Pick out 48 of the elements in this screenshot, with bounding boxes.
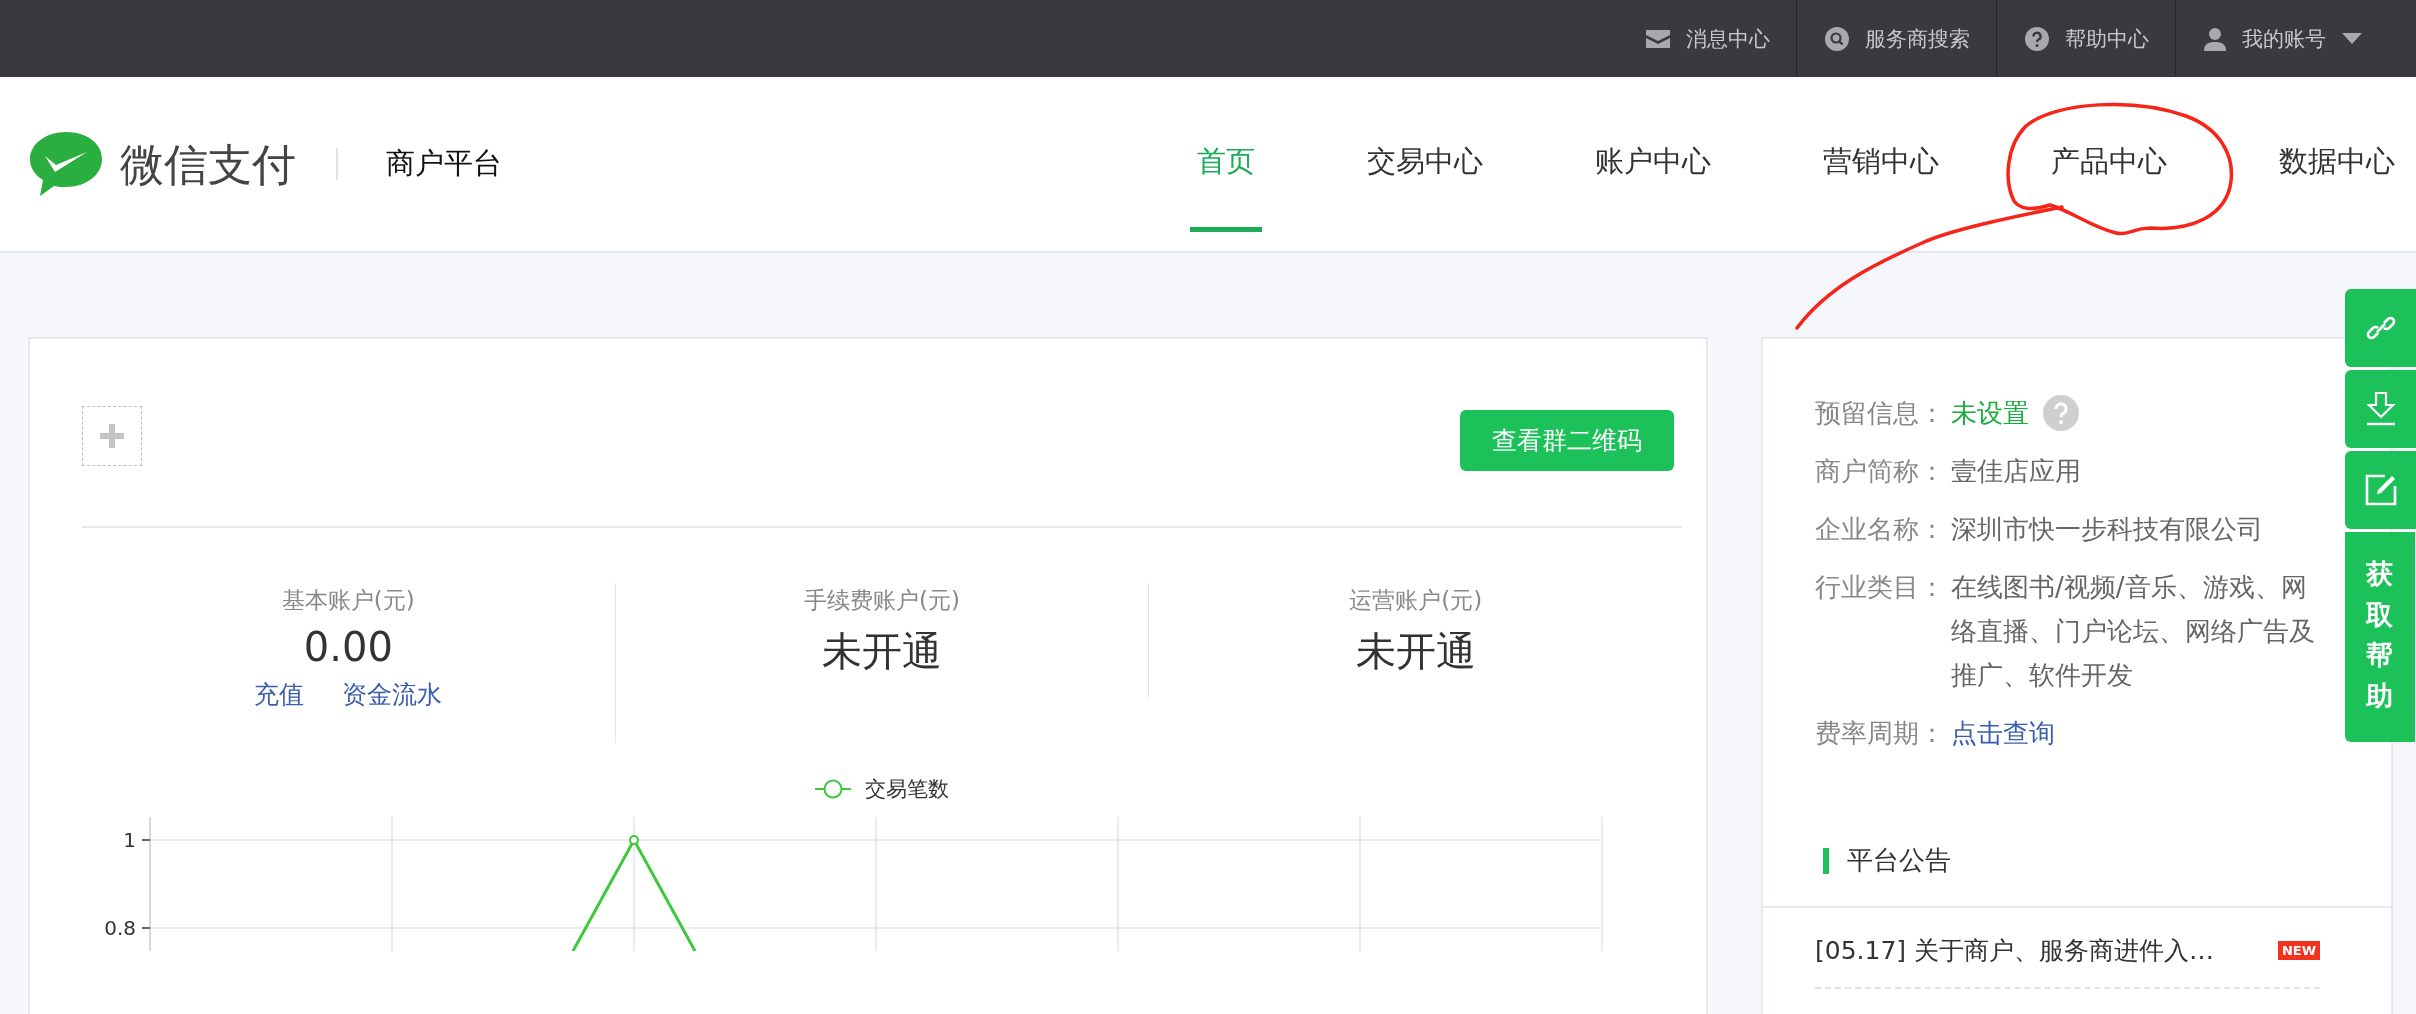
side-tool-button[interactable]: [2345, 370, 2416, 448]
account-link[interactable]: 充值: [254, 678, 305, 711]
section-title: 平台公告: [1847, 844, 1951, 877]
info-value: 未设置: [1951, 397, 2029, 430]
plus-icon: [100, 424, 124, 448]
y-tick-label: 0.8: [104, 916, 136, 940]
platform-title: 商户平台: [385, 145, 502, 182]
y-tick-label: 1: [123, 828, 136, 852]
caret-icon: [2342, 33, 2362, 44]
info-value: 壹佳店应用: [1951, 455, 2082, 488]
help-icon: [2025, 26, 2049, 51]
info-value: 在线图书/视频/音乐、游戏、网络直播、门户论坛、网络广告及推广、软件开发: [1951, 571, 2316, 692]
user-icon: [2204, 26, 2226, 51]
side-tool-button[interactable]: [2345, 451, 2416, 529]
nav-tab[interactable]: 产品中心: [1995, 77, 2223, 251]
account-label: 手续费账户(元): [804, 586, 960, 615]
new-badge: NEW: [2277, 941, 2320, 960]
side-tool-button[interactable]: [2345, 289, 2416, 367]
mail-menu-item[interactable]: 消息中心: [1618, 0, 1796, 77]
info-label: 行业类目：: [1815, 571, 1946, 604]
account-label: 基本账户(元): [281, 586, 415, 615]
info-label: 企业名称：: [1815, 513, 1946, 546]
help-icon[interactable]: [2043, 395, 2079, 431]
info-value: 深圳市快一步科技有限公司: [1951, 513, 2264, 546]
mail-icon: [1646, 29, 1670, 48]
download-icon: [2365, 392, 2396, 426]
edit-icon: [2364, 474, 2397, 506]
add-button[interactable]: [82, 406, 142, 466]
nav-tab[interactable]: 账户中心: [1539, 77, 1767, 251]
nav-tab[interactable]: 交易中心: [1311, 77, 1539, 251]
nav-tab[interactable]: 数据中心: [2223, 77, 2416, 251]
info-label: 预留信息：: [1815, 397, 1946, 430]
query-link[interactable]: 点击查询: [1951, 711, 2055, 755]
account-value: 未开通: [822, 627, 942, 676]
nav-tab[interactable]: 营销中心: [1767, 77, 1995, 251]
section-marker: [1823, 847, 1829, 874]
announcement-link[interactable]: [05.17] 关于商户、服务商进件入…: [1815, 934, 2215, 967]
legend-line-icon: [815, 778, 851, 800]
info-label: 商户简称：: [1815, 455, 1946, 488]
account-link[interactable]: 资金流水: [342, 678, 443, 711]
account-value: 未开通: [1355, 627, 1476, 676]
search-icon: [1825, 26, 1849, 51]
info-label: 费率周期：: [1815, 717, 1946, 750]
legend-label: 交易笔数: [865, 776, 949, 803]
brand-name: 微信支付: [120, 137, 296, 192]
logo-icon: [28, 130, 104, 198]
account-label: 运营账户(元): [1349, 586, 1483, 615]
account-value: 0.00: [303, 624, 393, 670]
